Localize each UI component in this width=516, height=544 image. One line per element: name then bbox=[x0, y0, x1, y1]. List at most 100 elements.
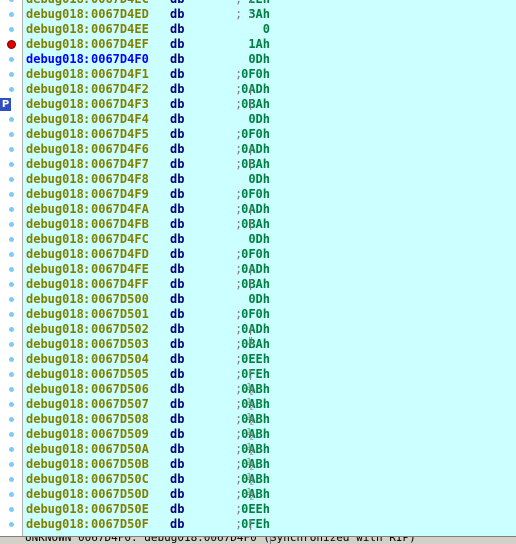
segment-name: debug018 bbox=[26, 217, 84, 231]
segment-name: debug018 bbox=[26, 82, 84, 96]
address: 0067D4EC bbox=[91, 0, 149, 7]
listing-row[interactable]: debug018:0067D502 db 0ADh; ¡ bbox=[23, 322, 516, 337]
comment-marker: ; bbox=[235, 67, 243, 81]
operand-value: 0ADh bbox=[241, 262, 270, 276]
mnemonic: db bbox=[170, 517, 185, 531]
mnemonic: db bbox=[170, 37, 185, 51]
address-separator: : bbox=[83, 247, 91, 261]
line-marker-dot-icon[interactable] bbox=[9, 57, 14, 62]
line-marker-dot-icon[interactable] bbox=[9, 432, 14, 437]
listing-row[interactable]: debug018:0067D4FD db 0F0h; bbox=[23, 247, 516, 262]
listing-row[interactable]: debug018:0067D4EF db 1Ah bbox=[23, 37, 516, 52]
listing-row[interactable]: debug018:0067D509 db 0ABh; ½ bbox=[23, 427, 516, 442]
listing-row[interactable]: debug018:0067D4F9 db 0F0h; bbox=[23, 187, 516, 202]
listing-row[interactable]: debug018:0067D4F5 db 0F0h; bbox=[23, 127, 516, 142]
line-marker-dot-icon[interactable] bbox=[9, 297, 14, 302]
line-marker-dot-icon[interactable] bbox=[9, 357, 14, 362]
listing-row[interactable]: debug018:0067D4F6 db 0ADh; ¡ bbox=[23, 142, 516, 157]
line-marker-dot-icon[interactable] bbox=[9, 162, 14, 167]
char-preview: ¦ bbox=[247, 217, 255, 231]
listing-row[interactable]: debug018:0067D50E db 0EEh; bbox=[23, 502, 516, 517]
listing-row[interactable]: debug018:0067D503 db 0BAh; ╨ bbox=[23, 337, 516, 352]
listing-row[interactable]: debug018:0067D50D db 0ABh; ½ bbox=[23, 487, 516, 502]
line-marker-dot-icon[interactable] bbox=[9, 177, 14, 182]
listing-row[interactable]: debug018:0067D500 db 0Dh bbox=[23, 292, 516, 307]
line-marker-dot-icon[interactable] bbox=[9, 0, 14, 2]
listing-row[interactable]: debug018:0067D4FB db 0BAh; ¦ bbox=[23, 217, 516, 232]
disassembly-listing[interactable]: debug018:0067D4ECdb2Eh;.debug018:0067D4E… bbox=[23, 0, 516, 536]
mnemonic: db bbox=[170, 412, 185, 426]
listing-row[interactable]: debug018:0067D4F4 db 0Dh bbox=[23, 112, 516, 127]
listing-row[interactable]: debug018:0067D4ED db 3Ah;: bbox=[23, 7, 516, 22]
line-marker-dot-icon[interactable] bbox=[9, 12, 14, 17]
line-marker-dot-icon[interactable] bbox=[9, 147, 14, 152]
line-marker-dot-icon[interactable] bbox=[9, 402, 14, 407]
breakpoint-icon[interactable] bbox=[7, 40, 16, 49]
line-marker-dot-icon[interactable] bbox=[9, 282, 14, 287]
line-marker-dot-icon[interactable] bbox=[9, 522, 14, 527]
line-marker-dot-icon[interactable] bbox=[9, 372, 14, 377]
line-marker-dot-icon[interactable] bbox=[9, 192, 14, 197]
line-marker-dot-icon[interactable] bbox=[9, 447, 14, 452]
line-marker-dot-icon[interactable] bbox=[9, 327, 14, 332]
listing-row[interactable]: debug018:0067D4EE db 0 bbox=[23, 22, 516, 37]
listing-row[interactable]: debug018:0067D4FF db 0BAh; ¦ bbox=[23, 277, 516, 292]
line-marker-dot-icon[interactable] bbox=[9, 312, 14, 317]
listing-row[interactable]: debug018:0067D50C db 0ABh; ½ bbox=[23, 472, 516, 487]
line-marker-dot-icon[interactable] bbox=[9, 252, 14, 257]
listing-row[interactable]: debug018:0067D4F0 db 0Dh bbox=[23, 52, 516, 67]
operand-value: 0F0h bbox=[241, 67, 270, 81]
breakpoint-gutter[interactable]: P bbox=[0, 0, 23, 536]
line-marker-dot-icon[interactable] bbox=[9, 72, 14, 77]
operand-value: 0BAh bbox=[241, 157, 270, 171]
operand-value: 0F0h bbox=[241, 187, 270, 201]
line-marker-dot-icon[interactable] bbox=[9, 342, 14, 347]
line-marker-dot-icon[interactable] bbox=[9, 87, 14, 92]
char-preview: ½ bbox=[247, 412, 255, 426]
listing-row[interactable]: debug018:0067D505 db 0FEh; ¦ bbox=[23, 367, 516, 382]
listing-row[interactable]: debug018:0067D501 db 0F0h; bbox=[23, 307, 516, 322]
segment-name: debug018 bbox=[26, 382, 84, 396]
address: 0067D4ED bbox=[91, 7, 149, 21]
address-separator: : bbox=[83, 397, 91, 411]
segment-name: debug018 bbox=[26, 337, 84, 351]
listing-row[interactable]: debug018:0067D50A db 0ABh; ½ bbox=[23, 442, 516, 457]
line-marker-dot-icon[interactable] bbox=[9, 492, 14, 497]
listing-row[interactable]: debug018:0067D507 db 0ABh; ½ bbox=[23, 397, 516, 412]
listing-row[interactable]: debug018:0067D508 db 0ABh; ½ bbox=[23, 412, 516, 427]
comment-marker: ; bbox=[235, 322, 243, 336]
listing-row[interactable]: debug018:0067D4F3 db 0BAh; ¦ bbox=[23, 97, 516, 112]
listing-row[interactable]: debug018:0067D4FC db 0Dh bbox=[23, 232, 516, 247]
line-marker-dot-icon[interactable] bbox=[9, 132, 14, 137]
operand-value: 0EEh bbox=[241, 352, 270, 366]
line-marker-dot-icon[interactable] bbox=[9, 507, 14, 512]
line-marker-dot-icon[interactable] bbox=[9, 27, 14, 32]
listing-row[interactable]: debug018:0067D4F1 db 0F0h; bbox=[23, 67, 516, 82]
line-marker-dot-icon[interactable] bbox=[9, 117, 14, 122]
line-marker-dot-icon[interactable] bbox=[9, 267, 14, 272]
line-marker-dot-icon[interactable] bbox=[9, 207, 14, 212]
line-marker-dot-icon[interactable] bbox=[9, 237, 14, 242]
listing-row[interactable]: debug018:0067D4FA db 0ADh; ¡ bbox=[23, 202, 516, 217]
mnemonic: db bbox=[170, 0, 184, 7]
listing-row[interactable]: debug018:0067D4F2 db 0ADh; ¡ bbox=[23, 82, 516, 97]
listing-row[interactable]: debug018:0067D4ECdb2Eh;. bbox=[23, 0, 516, 7]
address: 0067D503 bbox=[91, 337, 149, 351]
mnemonic: db bbox=[170, 97, 185, 111]
listing-row[interactable]: debug018:0067D50F db 0FEh; ¦ bbox=[23, 517, 516, 532]
line-marker-dot-icon[interactable] bbox=[9, 462, 14, 467]
mnemonic: db bbox=[170, 487, 185, 501]
mnemonic: db bbox=[170, 232, 185, 246]
listing-row[interactable]: debug018:0067D4FE db 0ADh; ¡ bbox=[23, 262, 516, 277]
line-marker-dot-icon[interactable] bbox=[9, 417, 14, 422]
listing-row[interactable]: debug018:0067D506 db 0ABh; ½ bbox=[23, 382, 516, 397]
listing-row[interactable]: debug018:0067D504 db 0EEh; bbox=[23, 352, 516, 367]
operand-value: 0ABh bbox=[241, 427, 270, 441]
listing-row[interactable]: debug018:0067D4F8 db 0Dh bbox=[23, 172, 516, 187]
address: 0067D50F bbox=[91, 517, 149, 531]
line-marker-dot-icon[interactable] bbox=[9, 477, 14, 482]
listing-row[interactable]: debug018:0067D50B db 0ABh; ½ bbox=[23, 457, 516, 472]
line-marker-dot-icon[interactable] bbox=[9, 387, 14, 392]
listing-row[interactable]: debug018:0067D4F7 db 0BAh; ¦ bbox=[23, 157, 516, 172]
line-marker-dot-icon[interactable] bbox=[9, 222, 14, 227]
